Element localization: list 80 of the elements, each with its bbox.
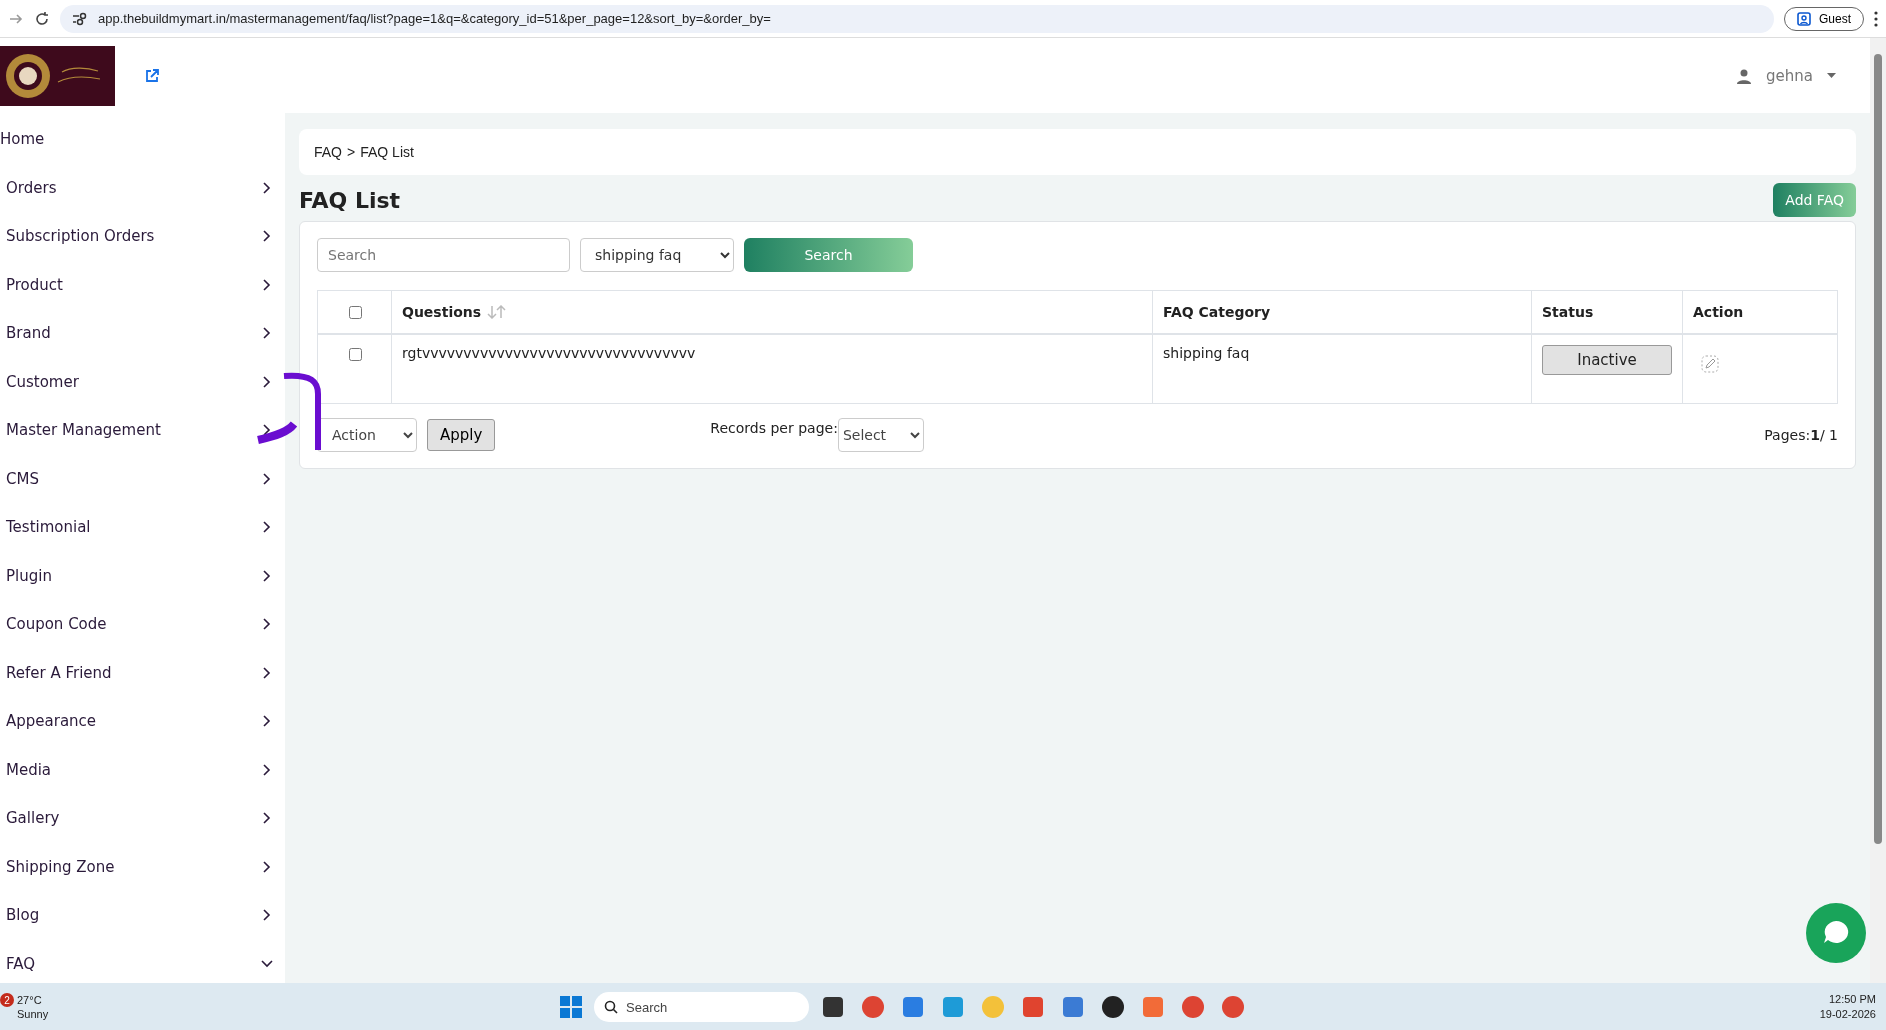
site-settings-icon[interactable] (72, 11, 88, 26)
weather-text[interactable]: Sunny (17, 1007, 49, 1021)
circle-app-icon[interactable] (1101, 995, 1125, 1019)
records-label: Records per page: (710, 420, 838, 436)
page-count: Pages:1/ 1 (1764, 427, 1838, 443)
breadcrumb-link[interactable]: FAQ List (360, 144, 414, 160)
sidebar-item[interactable]: Brand (0, 309, 285, 358)
breadcrumb-link[interactable]: FAQ (314, 144, 342, 160)
column-header: Status (1531, 290, 1683, 334)
reload-icon[interactable] (34, 10, 50, 27)
chevron-right-icon (261, 715, 273, 728)
chevron-right-icon (261, 327, 273, 340)
select-all-checkbox[interactable] (348, 305, 362, 319)
chevron-right-icon (261, 472, 273, 485)
edit-icon[interactable] (1701, 355, 1719, 373)
category-dropdown[interactable]: shipping faq (580, 238, 734, 272)
sort-icon[interactable] (487, 305, 508, 319)
clock-time[interactable]: 12:50 PM (1819, 992, 1876, 1007)
sidebar-item[interactable]: Subscription Orders (0, 212, 285, 261)
chevron-right-icon (261, 812, 273, 825)
external-link-icon[interactable] (144, 67, 160, 84)
search-field[interactable]: Search (317, 238, 570, 272)
chevron-right-icon (261, 375, 273, 388)
temperature-text[interactable]: 27°C (17, 993, 49, 1007)
sidebar-item[interactable]: Testimonial (0, 503, 285, 552)
sidebar-item[interactable]: Blog (0, 891, 285, 940)
sidebar-item[interactable]: Orders (0, 163, 285, 212)
sidebar-item[interactable]: Media (0, 745, 285, 794)
sidebar-item[interactable]: Appearance (0, 697, 285, 746)
chevron-right-icon (261, 763, 273, 776)
clock-date[interactable]: 19-02-2026 (1819, 1007, 1876, 1022)
profile-icon (1797, 11, 1811, 26)
search-icon (604, 1000, 618, 1014)
address-bar[interactable]: app.thebuildmymart.in/mastermanagement/faq/list?page=1&q=&category_id=51&per_page=12&sort_by=&order_by= (60, 4, 1774, 33)
sidebar-item[interactable]: Refer A Friend (0, 648, 285, 697)
chevron-right-icon (261, 909, 273, 922)
chevron-right-icon (261, 278, 273, 291)
square-app-icon[interactable] (821, 995, 845, 1019)
chevron-right-icon (261, 618, 273, 631)
status-button[interactable]: Inactive (1542, 345, 1672, 375)
sidebar-item[interactable]: Coupon Code (0, 600, 285, 649)
chevron-right-icon (261, 230, 273, 243)
scrollbar[interactable] (1870, 38, 1886, 983)
chevron-right-icon (261, 521, 273, 534)
sidebar-item[interactable]: Gallery (0, 794, 285, 843)
sidebar-item[interactable]: Master Management (0, 406, 285, 455)
chevron-down-icon (261, 957, 273, 970)
chat-bubble-icon[interactable] (1806, 903, 1866, 963)
page-title: FAQ List (299, 187, 401, 213)
taskbar-search[interactable]: Search (594, 992, 809, 1022)
column-header: Action (1682, 290, 1838, 334)
user-icon (1736, 67, 1753, 84)
breadcrumb-separator: > (347, 144, 356, 160)
apply-button[interactable]: Apply (427, 419, 496, 451)
profile-button[interactable]: Guest (1784, 6, 1864, 31)
notification-badge: 2 (0, 993, 14, 1007)
logo-emblem-icon[interactable] (0, 45, 115, 106)
menu-icon[interactable] (1874, 10, 1878, 27)
sidebar-item[interactable]: Customer (0, 357, 285, 406)
user-menu[interactable]: gehna (1736, 66, 1836, 85)
column-header: FAQ Category (1152, 290, 1532, 334)
bulk-action-dropdown[interactable]: Action (317, 418, 417, 452)
records-dropdown[interactable]: Select (837, 418, 924, 452)
chevron-right-icon (261, 860, 273, 873)
sidebar-item[interactable]: CMS (0, 454, 285, 503)
table-cell: shipping faq (1152, 334, 1532, 404)
chevron-right-icon (261, 666, 273, 679)
chevron-right-icon (261, 424, 273, 437)
row-checkbox[interactable] (348, 348, 362, 361)
sidebar-item[interactable]: Home (0, 115, 285, 164)
sidebar-item[interactable]: Shipping Zone (0, 842, 285, 891)
column-header[interactable]: Questions (391, 290, 1153, 334)
caret-icon (1827, 73, 1836, 78)
sidebar-item[interactable]: Plugin (0, 551, 285, 600)
windows-icon[interactable] (560, 996, 582, 1018)
sidebar-item[interactable]: Product (0, 260, 285, 309)
sidebar-item[interactable]: FAQ (0, 939, 285, 988)
chevron-right-icon (261, 181, 273, 194)
table-cell: rgtvvvvvvvvvvvvvvvvvvvvvvvvvvvvvvvvv (391, 334, 1153, 404)
chevron-right-icon (261, 569, 273, 582)
